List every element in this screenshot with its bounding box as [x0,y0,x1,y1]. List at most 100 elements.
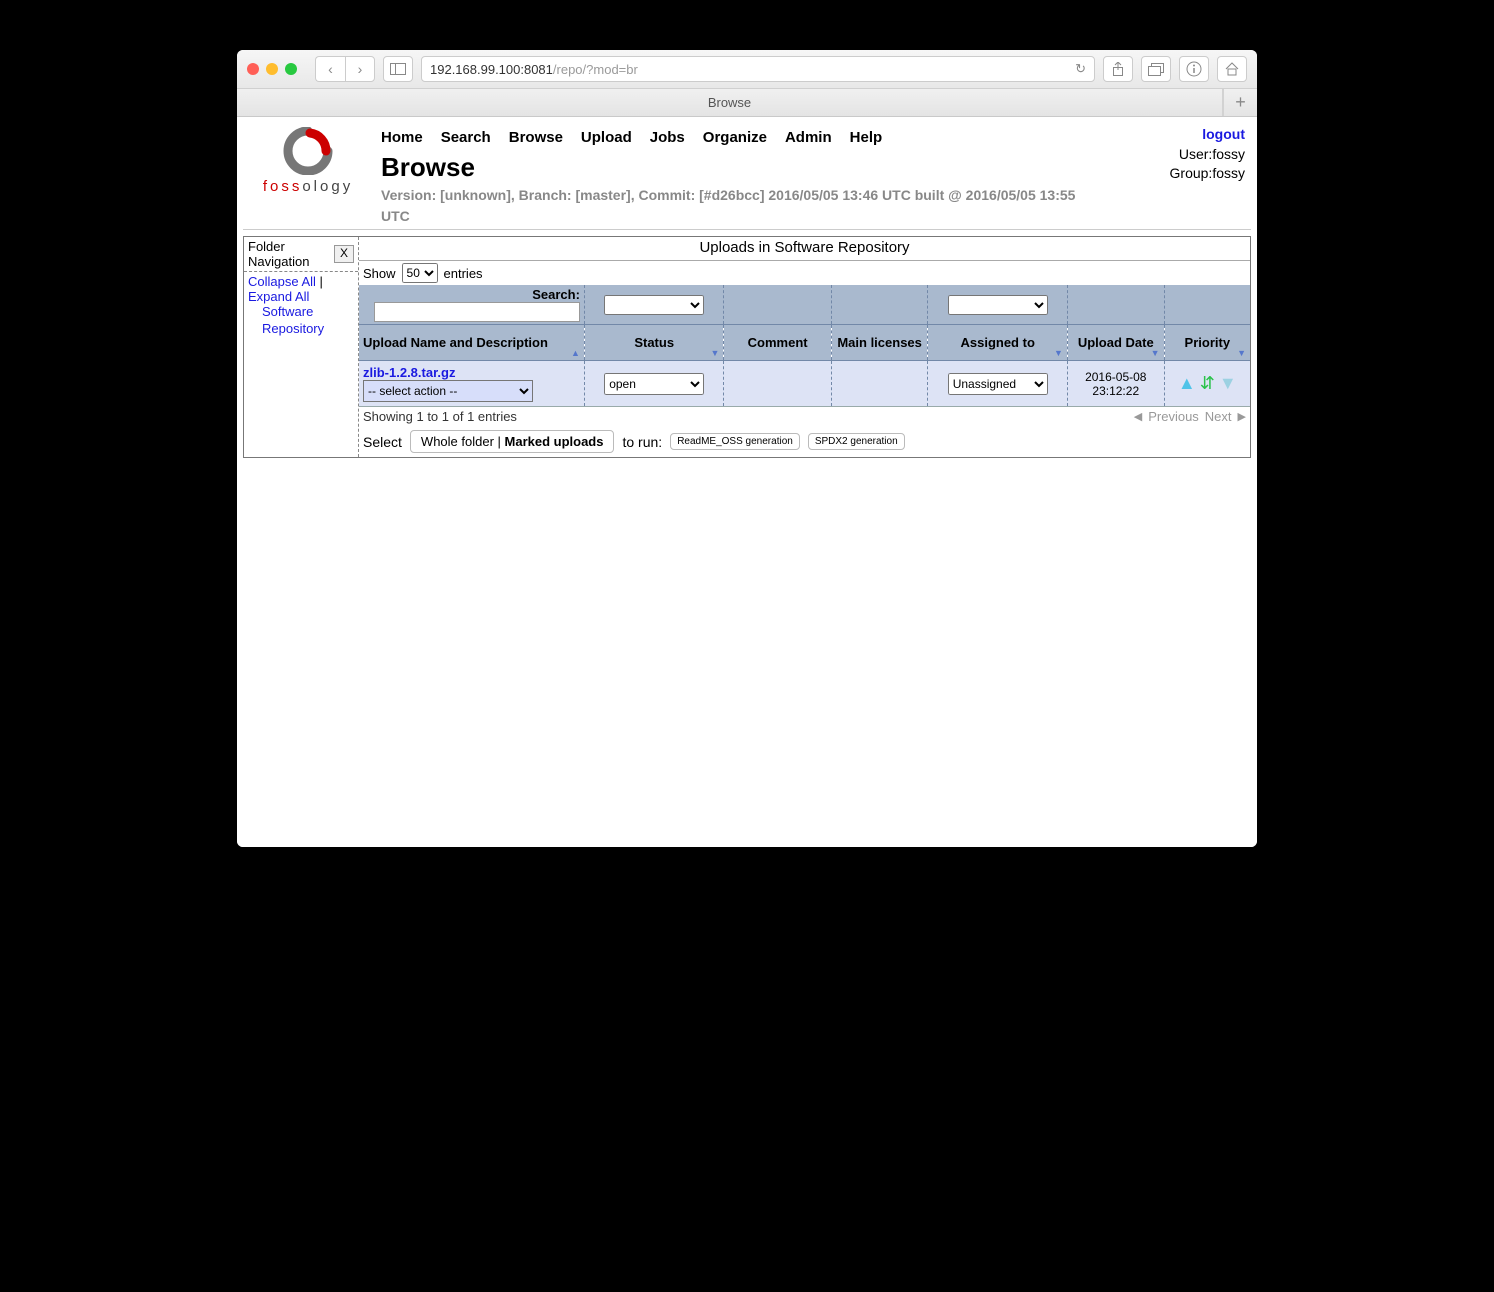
main-title: Uploads in Software Repository [359,237,1250,261]
reload-icon[interactable]: ↻ [1075,61,1086,77]
page-title: Browse [381,152,1164,183]
col-upload-date[interactable]: Upload Date▼ [1067,325,1164,361]
logo: fossology [243,121,373,201]
main-panel: Uploads in Software Repository Show 50 e… [359,237,1250,457]
upload-name-link[interactable]: zlib-1.2.8.tar.gz [363,365,580,380]
address-bar[interactable]: 192.168.99.100:8081/repo/?mod=br ↻ [421,56,1095,82]
version-string: Version: [unknown], Branch: [master], Co… [381,185,1081,227]
row-action-select[interactable]: -- select action -- [363,380,533,402]
run-spdx2-button[interactable]: SPDX2 generation [808,433,905,450]
next-link[interactable]: Next [1205,409,1232,424]
row-status-select[interactable]: open [604,373,704,395]
filter-row: Search: [359,285,1250,325]
nav-search[interactable]: Search [441,129,491,146]
zoom-window-button[interactable] [285,63,297,75]
header-row: Upload Name and Description▲ Status▼ Com… [359,325,1250,361]
datatable-info: Showing 1 to 1 of 1 entries [363,409,517,424]
status-filter-select[interactable] [604,295,704,315]
tab-title: Browse [708,95,751,110]
prev-link[interactable]: Previous [1148,409,1199,424]
logo-text: fossology [247,178,369,195]
sidebar-toggle-button[interactable] [383,56,413,82]
tabs-button[interactable] [1141,56,1171,82]
main-nav: Home Search Browse Upload Jobs Organize … [381,125,1164,150]
sidebar-header: Folder Navigation X [244,237,358,272]
info-button[interactable] [1179,56,1209,82]
share-button[interactable] [1103,56,1133,82]
content-area: Folder Navigation X Collapse All | Expan… [243,236,1251,458]
col-assigned-to[interactable]: Assigned to▼ [928,325,1068,361]
page-header: fossology Home Search Browse Upload Jobs… [243,121,1251,227]
home-icon [1224,62,1240,76]
col-main-licenses[interactable]: Main licenses [831,325,928,361]
tab-bar: Browse + [237,89,1257,117]
row-comment [724,361,831,407]
table-row: zlib-1.2.8.tar.gz -- select action -- op… [359,361,1250,407]
priority-up-icon[interactable]: ▲ [1178,373,1196,394]
group-label: Group:fossy [1170,164,1245,184]
to-run-label: to run: [622,434,662,450]
nav-jobs[interactable]: Jobs [650,129,685,146]
sidebar-close-button[interactable]: X [334,245,354,263]
minimize-window-button[interactable] [266,63,278,75]
window-controls [247,63,297,75]
back-button[interactable]: ‹ [315,56,345,82]
datatable-footer: Showing 1 to 1 of 1 entries ◀ Previous N… [359,407,1250,426]
folder-sidebar: Folder Navigation X Collapse All | Expan… [244,237,359,457]
user-label: User:fossy [1170,145,1245,165]
row-date: 2016-05-08 23:12:22 [1067,361,1164,407]
nav-organize[interactable]: Organize [703,129,767,146]
col-upload-name[interactable]: Upload Name and Description▲ [359,325,584,361]
share-icon [1111,62,1125,76]
select-scope-button[interactable]: Whole folder | Marked uploads [410,430,615,453]
nav-upload[interactable]: Upload [581,129,632,146]
row-licenses [831,361,928,407]
prev-arrow-icon[interactable]: ◀ [1134,410,1142,423]
logo-mark [282,127,334,175]
collapse-all-link[interactable]: Collapse All [248,274,316,289]
divider [243,229,1251,230]
url-path: /repo/?mod=br [553,62,638,77]
col-comment[interactable]: Comment [724,325,831,361]
nav-buttons: ‹ › [315,56,375,82]
url-host: 192.168.99.100:8081 [430,62,553,77]
browser-tab[interactable]: Browse [237,89,1223,116]
sidebar-icon [390,63,406,75]
tabs-icon [1148,63,1164,76]
search-input[interactable] [374,302,580,322]
page-length-select[interactable]: 50 [402,263,438,283]
show-label: Show [363,266,396,281]
priority-mid-icon[interactable]: ⇵ [1200,373,1215,394]
expand-all-link[interactable]: Expand All [248,289,309,304]
home-button[interactable] [1217,56,1247,82]
entries-label: entries [444,266,483,281]
search-label: Search: [532,287,580,302]
new-tab-button[interactable]: + [1223,89,1257,116]
nav-browse[interactable]: Browse [509,129,563,146]
next-arrow-icon[interactable]: ▶ [1238,410,1246,423]
uploads-table: Search: Upload Name and Description▲ [359,285,1250,407]
browser-window: ‹ › 192.168.99.100:8081/repo/?mod=br ↻ B… [237,50,1257,847]
nav-home[interactable]: Home [381,129,423,146]
col-priority[interactable]: Priority▼ [1164,325,1250,361]
forward-button[interactable]: › [345,56,375,82]
pager: ◀ Previous Next ▶ [1134,409,1246,424]
run-readme-button[interactable]: ReadME_OSS generation [670,433,800,450]
nav-admin[interactable]: Admin [785,129,832,146]
sidebar-title: Folder Navigation [248,239,318,269]
browser-toolbar: ‹ › 192.168.99.100:8081/repo/?mod=br ↻ [237,50,1257,89]
logout-link[interactable]: logout [1170,125,1245,145]
close-window-button[interactable] [247,63,259,75]
page-body: fossology Home Search Browse Upload Jobs… [237,117,1257,847]
row-assigned-select[interactable]: Unassigned [948,373,1048,395]
priority-controls: ▲ ⇵ ▼ [1178,373,1237,394]
priority-down-icon[interactable]: ▼ [1219,373,1237,394]
col-status[interactable]: Status▼ [584,325,724,361]
assigned-filter-select[interactable] [948,295,1048,315]
nav-help[interactable]: Help [850,129,883,146]
user-box: logout User:fossy Group:fossy [1164,121,1251,188]
datatable-length: Show 50 entries [359,261,1250,285]
tree-root-item[interactable]: Software Repository [248,304,354,338]
info-icon [1186,61,1202,77]
run-bar: Select Whole folder | Marked uploads to … [359,426,1250,457]
